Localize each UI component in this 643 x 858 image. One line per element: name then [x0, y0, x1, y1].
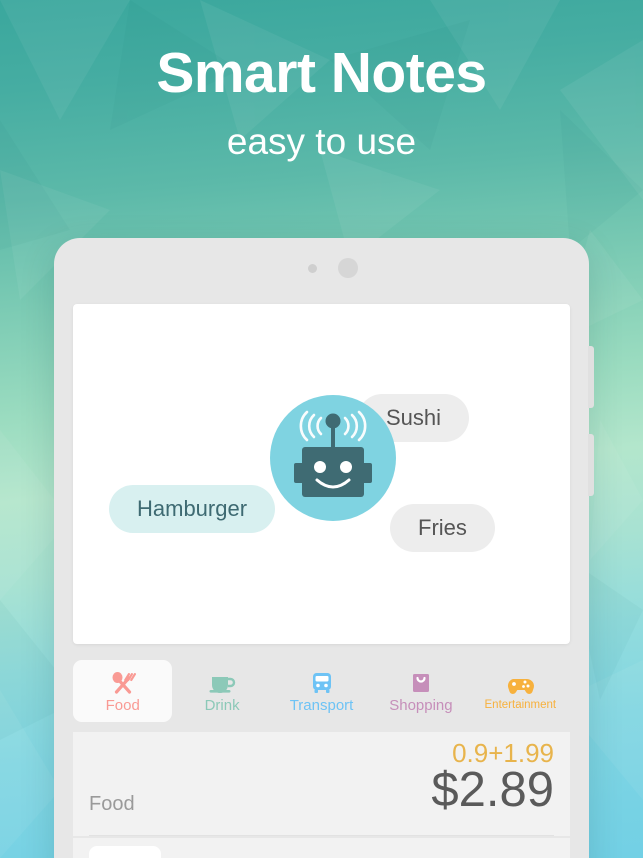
- tab-shopping[interactable]: Shopping: [371, 660, 470, 722]
- suggestion-bubble-fries[interactable]: Fries: [390, 504, 495, 552]
- note-canvas-card: Sushi Fries Hamburger: [73, 304, 570, 644]
- sensor-dot-icon: [338, 258, 358, 278]
- shopping-bag-icon: [410, 669, 432, 695]
- suggestion-bubble-hamburger[interactable]: Hamburger: [109, 485, 276, 533]
- amount-total: $2.89: [431, 763, 554, 817]
- tab-drink[interactable]: Drink: [172, 660, 271, 722]
- tab-label: Transport: [289, 697, 354, 714]
- tab-food[interactable]: Food: [73, 660, 173, 722]
- promo-screenshot: Smart Notes easy to use Sushi Fries Hamb…: [0, 0, 643, 858]
- volume-button[interactable]: [588, 346, 594, 408]
- amount-panel: 0.9+1.99 $2.89 Food: [73, 732, 570, 836]
- suggestion-label: Fries: [418, 515, 467, 540]
- suggestion-label: Hamburger: [137, 496, 248, 521]
- coffee-cup-icon: [208, 669, 236, 695]
- tab-label: Entertainment: [484, 698, 557, 711]
- tab-label: Shopping: [389, 697, 453, 714]
- keypad-key[interactable]: [89, 846, 161, 858]
- category-tabbar: Food Drink Transport Shopping Entertainm…: [73, 656, 570, 726]
- keypad-area: [73, 838, 570, 858]
- device-top-bezel: [54, 238, 589, 300]
- page-title: Smart Notes: [156, 41, 487, 105]
- tab-label: Drink: [204, 697, 240, 714]
- bus-icon: [310, 669, 334, 695]
- camera-dot-icon: [308, 264, 317, 273]
- tablet-device-frame: Sushi Fries Hamburger Food Drink Transpo…: [54, 238, 594, 858]
- amount-category-label: Food: [89, 793, 135, 815]
- robot-graphic: [294, 410, 372, 497]
- power-button[interactable]: [588, 434, 594, 496]
- tab-entertainment[interactable]: Entertainment: [471, 660, 570, 722]
- promo-header: Smart Notes easy to use: [0, 0, 643, 163]
- robot-mascot-icon[interactable]: [270, 395, 396, 521]
- tab-label: Food: [105, 697, 140, 714]
- fork-spoon-icon: [110, 669, 136, 695]
- gamepad-icon: [505, 671, 535, 697]
- page-subtitle: easy to use: [226, 120, 417, 162]
- divider: [89, 835, 554, 836]
- tab-transport[interactable]: Transport: [272, 660, 371, 722]
